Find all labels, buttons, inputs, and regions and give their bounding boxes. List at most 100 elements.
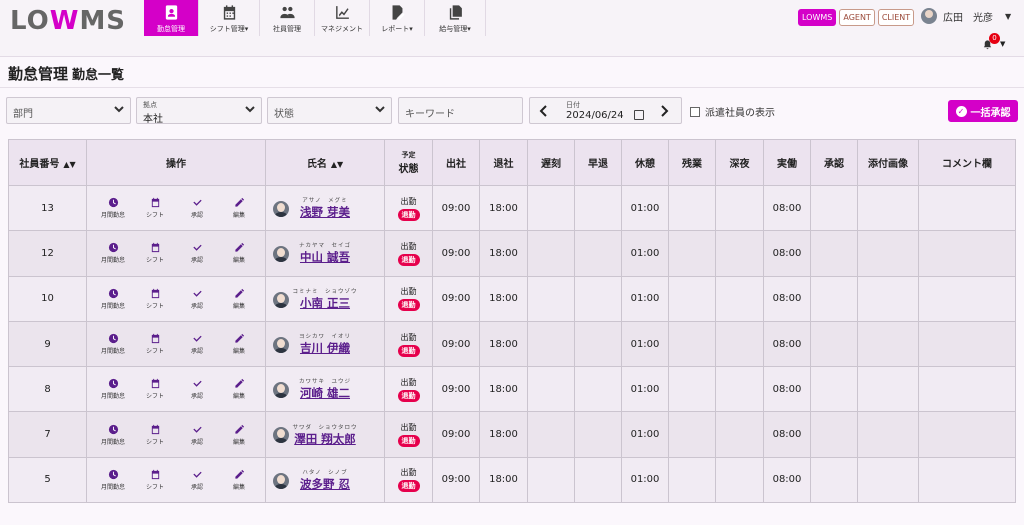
employee-name-link[interactable]: 中山 誠吾	[300, 249, 350, 265]
role-client[interactable]: CLIENT	[877, 9, 915, 26]
edit-button[interactable]: 編集	[227, 242, 251, 264]
early-leave	[574, 275, 622, 322]
approve-button[interactable]: 承認	[185, 424, 209, 446]
employee-name-link[interactable]: 波多野 忍	[300, 476, 350, 492]
role-agent[interactable]: AGENT	[839, 9, 875, 26]
monthly-attendance-button[interactable]: 月間勤怠	[101, 469, 125, 491]
monthly-attendance-button[interactable]: 月間勤怠	[101, 378, 125, 400]
calendar-icon[interactable]	[634, 110, 644, 120]
nav-report[interactable]: レポート▾	[370, 0, 425, 36]
pencil-icon	[234, 288, 244, 298]
name-kana: ハタノ シノブ	[302, 469, 348, 476]
early-leave	[574, 411, 622, 458]
edit-button[interactable]: 編集	[227, 378, 251, 400]
edit-button[interactable]: 編集	[227, 288, 251, 310]
approve-button[interactable]: 承認	[185, 469, 209, 491]
table-row: 13 月間勤怠 シフト 承認 編集 アサノ メグミ 浅野 芽美 出勤 退勤 09…	[8, 184, 1016, 232]
name-kana: カワサキ ユウジ	[298, 379, 351, 386]
check-icon	[192, 381, 202, 388]
shift-button[interactable]: シフト	[143, 333, 167, 355]
overtime	[668, 411, 716, 458]
status-badge: 退勤	[397, 344, 420, 357]
monthly-attendance-button[interactable]: 月間勤怠	[101, 197, 125, 219]
break-time: 01:00	[621, 230, 669, 277]
approve-all-button[interactable]: ✓ 一括承認	[948, 100, 1018, 122]
employee-name-link[interactable]: 小南 正三	[300, 295, 350, 311]
page-title: 勤怠管理 勤怠一覧	[8, 65, 125, 83]
department-select[interactable]: 部門	[6, 97, 131, 124]
edit-button[interactable]: 編集	[227, 333, 251, 355]
dispatch-toggle[interactable]: 派遣社員の表示	[690, 104, 775, 119]
chart-line-icon	[333, 3, 351, 21]
status-badge: 退勤	[397, 435, 420, 448]
check-icon	[192, 245, 202, 252]
attendance-table: 社員番号 ▲▼ 操作 氏名 ▲▼ 予定 状態 出社 退社 遅刻 早退 休憩 残業 深夜…	[8, 139, 1016, 504]
nav-management[interactable]: マネジメント	[315, 0, 370, 36]
monthly-attendance-button[interactable]: 月間勤怠	[101, 242, 125, 264]
employee-name-link[interactable]: 吉川 伊織	[300, 340, 350, 356]
clock-out: 18:00	[479, 184, 528, 232]
night-work	[715, 411, 764, 458]
nav-employees[interactable]: 社員管理	[260, 0, 315, 36]
col-name[interactable]: 氏名 ▲▼	[265, 139, 385, 186]
role-switcher: LOWMS AGENT CLIENT	[798, 9, 915, 26]
name-kana: ヨシカワ イオリ	[298, 334, 351, 341]
monthly-attendance-button[interactable]: 月間勤怠	[101, 424, 125, 446]
notification-button[interactable]: 0 ▼	[982, 33, 1006, 52]
approval	[810, 411, 858, 458]
app-logo[interactable]: LOWMS	[10, 6, 126, 36]
next-date-button[interactable]	[658, 104, 670, 118]
user-menu[interactable]: 広田 光彦 ▼	[921, 8, 1011, 24]
dispatch-checkbox[interactable]	[690, 106, 700, 117]
shift-button[interactable]: シフト	[143, 288, 167, 310]
shift-button[interactable]: シフト	[143, 469, 167, 491]
employee-name-link[interactable]: 河崎 雄二	[300, 385, 350, 401]
approve-button[interactable]: 承認	[185, 378, 209, 400]
prev-date-button[interactable]	[538, 104, 550, 118]
approve-button[interactable]: 承認	[185, 242, 209, 264]
col-emp-no[interactable]: 社員番号 ▲▼	[8, 139, 87, 186]
nav-attendance[interactable]: 勤怠管理	[144, 0, 199, 36]
night-work	[715, 320, 764, 368]
approve-button[interactable]: 承認	[185, 288, 209, 310]
edit-button[interactable]: 編集	[227, 424, 251, 446]
early-leave	[574, 456, 622, 504]
nav-shift[interactable]: シフト管理▾	[199, 0, 260, 36]
approval	[810, 366, 858, 413]
late	[527, 275, 575, 322]
avatar	[273, 427, 289, 444]
row-ops: 月間勤怠 シフト 承認 編集	[86, 411, 266, 458]
avatar	[273, 291, 289, 308]
night-work	[715, 366, 764, 413]
shift-button[interactable]: シフト	[143, 242, 167, 264]
night-work	[715, 184, 764, 232]
monthly-attendance-button[interactable]: 月間勤怠	[101, 333, 125, 355]
keyword-input[interactable]: キーワード	[398, 97, 523, 124]
badge-icon	[162, 3, 180, 21]
avatar	[273, 246, 289, 263]
shift-button[interactable]: シフト	[143, 197, 167, 219]
approve-button[interactable]: 承認	[185, 333, 209, 355]
status-select[interactable]: 状態	[267, 97, 392, 124]
break-time: 01:00	[621, 184, 669, 232]
pencil-icon	[234, 469, 244, 479]
role-lowms[interactable]: LOWMS	[798, 9, 837, 26]
avatar	[273, 382, 289, 399]
approve-button[interactable]: 承認	[185, 197, 209, 219]
date-value[interactable]: 2024/06/24	[566, 110, 624, 121]
edit-button[interactable]: 編集	[227, 197, 251, 219]
nav-payroll[interactable]: 給与管理▾	[425, 0, 486, 36]
employee-name-link[interactable]: 澤田 翔太郎	[294, 431, 356, 447]
shift-button[interactable]: シフト	[143, 378, 167, 400]
name-kana: アサノ メグミ	[302, 198, 348, 205]
employee-name-link[interactable]: 浅野 芽美	[300, 204, 350, 220]
status-cell: 出勤 退勤	[384, 366, 433, 413]
shift-button[interactable]: シフト	[143, 424, 167, 446]
base-select[interactable]: 拠点 本社	[136, 97, 262, 125]
calendar-icon	[151, 243, 159, 253]
actual-work: 08:00	[763, 275, 811, 322]
table-row: 7 月間勤怠 シフト 承認 編集 サワダ ショウタロウ 澤田 翔太郎 出勤 退勤…	[8, 411, 1016, 458]
edit-button[interactable]: 編集	[227, 469, 251, 491]
monthly-attendance-button[interactable]: 月間勤怠	[101, 288, 125, 310]
emp-no: 13	[8, 184, 87, 232]
